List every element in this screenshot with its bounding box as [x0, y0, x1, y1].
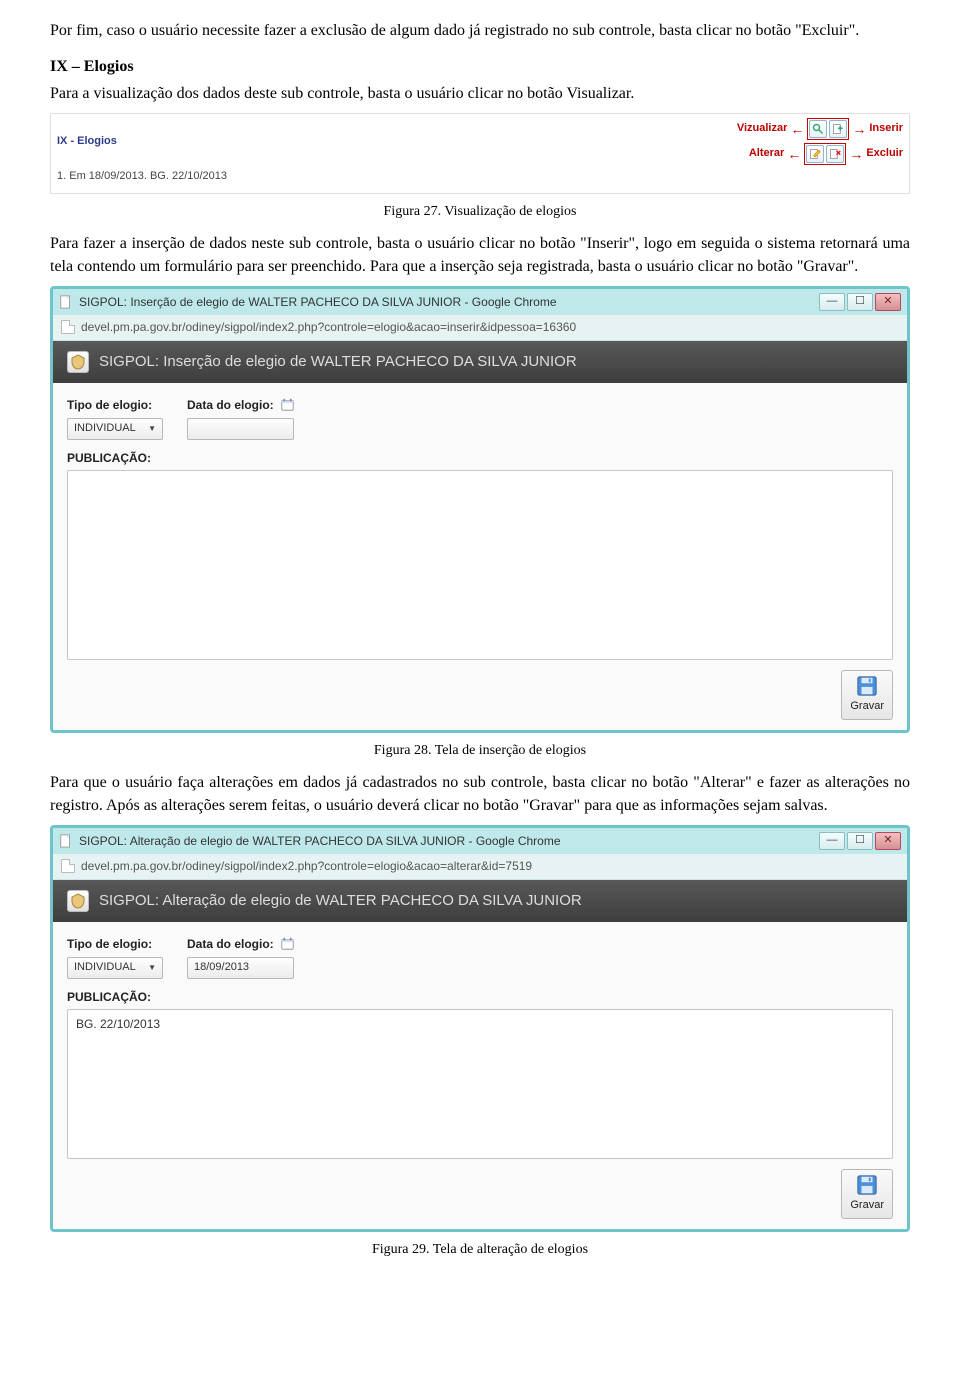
window-titlebar: SIGPOL: Alteração de elegio de WALTER PA… [53, 828, 907, 854]
left-arrow-icon: ← [790, 124, 804, 134]
data-input[interactable] [187, 418, 294, 440]
heading-elogios: IX – Elogios [50, 56, 910, 78]
app-title: SIGPOL: Inserção de elegio de WALTER PAC… [99, 351, 577, 372]
page-icon [59, 834, 73, 848]
crest-icon [67, 351, 89, 373]
crest-icon [67, 890, 89, 912]
right-arrow-icon: → [849, 149, 863, 159]
publicacao-label: PUBLICAÇÃO: [67, 450, 893, 467]
app-header: SIGPOL: Alteração de elegio de WALTER PA… [53, 880, 907, 922]
file-icon [61, 859, 75, 873]
maximize-button[interactable]: ☐ [847, 293, 873, 311]
window-title: SIGPOL: Inserção de elegio de WALTER PAC… [79, 294, 557, 311]
left-arrow-icon: ← [787, 149, 801, 159]
fig27-alterar-excluir-box [804, 143, 846, 165]
fig27-inserir-label: Inserir [869, 121, 903, 136]
data-label-text: Data do elogio: [187, 398, 274, 412]
fig27-alterar-label: Alterar [749, 146, 784, 161]
address-bar: devel.pm.pa.gov.br/odiney/sigpol/index2.… [53, 854, 907, 880]
publicacao-textarea[interactable] [67, 470, 893, 660]
fig29-alteracao-popup: SIGPOL: Alteração de elegio de WALTER PA… [50, 825, 910, 1232]
excluir-icon[interactable] [826, 145, 844, 163]
data-label: Data do elogio: [187, 936, 294, 953]
fig27-elogios-panel: IX - Elogios Vizualizar ← → Inserir Alte… [50, 113, 910, 193]
fig27-section-title: IX - Elogios [57, 134, 117, 149]
close-button[interactable]: ✕ [875, 832, 901, 850]
chevron-down-icon: ▼ [148, 423, 156, 434]
address-bar: devel.pm.pa.gov.br/odiney/sigpol/index2.… [53, 315, 907, 341]
paragraph-inserir: Para fazer a inserção de dados neste sub… [50, 233, 910, 278]
data-label-text: Data do elogio: [187, 937, 274, 951]
fig28-insercao-popup: SIGPOL: Inserção de elegio de WALTER PAC… [50, 286, 910, 733]
fig27-excluir-label: Excluir [866, 146, 903, 161]
alterar-icon[interactable] [806, 145, 824, 163]
paragraph-excluir: Por fim, caso o usuário necessite fazer … [50, 20, 910, 42]
publicacao-textarea[interactable]: BG. 22/10/2013 [67, 1009, 893, 1159]
calendar-icon[interactable] [281, 937, 294, 950]
caption-fig29: Figura 29. Tela de alteração de elogios [50, 1240, 910, 1260]
tipo-select[interactable]: INDIVIDUAL ▼ [67, 957, 163, 979]
file-icon [61, 320, 75, 334]
data-value: 18/09/2013 [194, 960, 249, 975]
calendar-icon[interactable] [281, 398, 294, 411]
close-button[interactable]: ✕ [875, 293, 901, 311]
chevron-down-icon: ▼ [148, 962, 156, 973]
gravar-button[interactable]: Gravar [841, 670, 893, 719]
paragraph-visualizar: Para a visualização dos dados deste sub … [50, 83, 910, 105]
page-icon [59, 295, 73, 309]
tipo-value: INDIVIDUAL [74, 421, 136, 436]
gravar-label: Gravar [850, 699, 884, 714]
save-disk-icon [856, 675, 878, 697]
publicacao-label: PUBLICAÇÃO: [67, 989, 893, 1006]
app-title: SIGPOL: Alteração de elegio de WALTER PA… [99, 890, 582, 911]
gravar-label: Gravar [850, 1198, 884, 1213]
caption-fig27: Figura 27. Visualização de elogios [50, 202, 910, 222]
tipo-select[interactable]: INDIVIDUAL ▼ [67, 418, 163, 440]
gravar-button[interactable]: Gravar [841, 1169, 893, 1218]
right-arrow-icon: → [852, 124, 866, 134]
tipo-label: Tipo de elogio: [67, 397, 163, 414]
paragraph-alterar: Para que o usuário faça alterações em da… [50, 772, 910, 817]
data-label: Data do elogio: [187, 397, 294, 414]
tipo-label: Tipo de elogio: [67, 936, 163, 953]
form-area: Tipo de elogio: INDIVIDUAL ▼ Data do elo… [53, 922, 907, 1229]
fig27-vizualizar-label: Vizualizar [737, 121, 788, 136]
app-header: SIGPOL: Inserção de elegio de WALTER PAC… [53, 341, 907, 383]
window-titlebar: SIGPOL: Inserção de elegio de WALTER PAC… [53, 289, 907, 315]
save-disk-icon [856, 1174, 878, 1196]
visualizar-icon[interactable] [809, 120, 827, 138]
minimize-button[interactable]: — [819, 832, 845, 850]
fig27-vizualizar-inserir-box [807, 118, 849, 140]
tipo-value: INDIVIDUAL [74, 960, 136, 975]
minimize-button[interactable]: — [819, 293, 845, 311]
url-text: devel.pm.pa.gov.br/odiney/sigpol/index2.… [81, 319, 576, 336]
inserir-icon[interactable] [829, 120, 847, 138]
fig27-list-item: 1. Em 18/09/2013. BG. 22/10/2013 [57, 169, 903, 184]
maximize-button[interactable]: ☐ [847, 832, 873, 850]
url-text: devel.pm.pa.gov.br/odiney/sigpol/index2.… [81, 858, 532, 875]
data-input[interactable]: 18/09/2013 [187, 957, 294, 979]
window-title: SIGPOL: Alteração de elegio de WALTER PA… [79, 833, 561, 850]
caption-fig28: Figura 28. Tela de inserção de elogios [50, 741, 910, 761]
form-area: Tipo de elogio: INDIVIDUAL ▼ Data do elo… [53, 383, 907, 730]
